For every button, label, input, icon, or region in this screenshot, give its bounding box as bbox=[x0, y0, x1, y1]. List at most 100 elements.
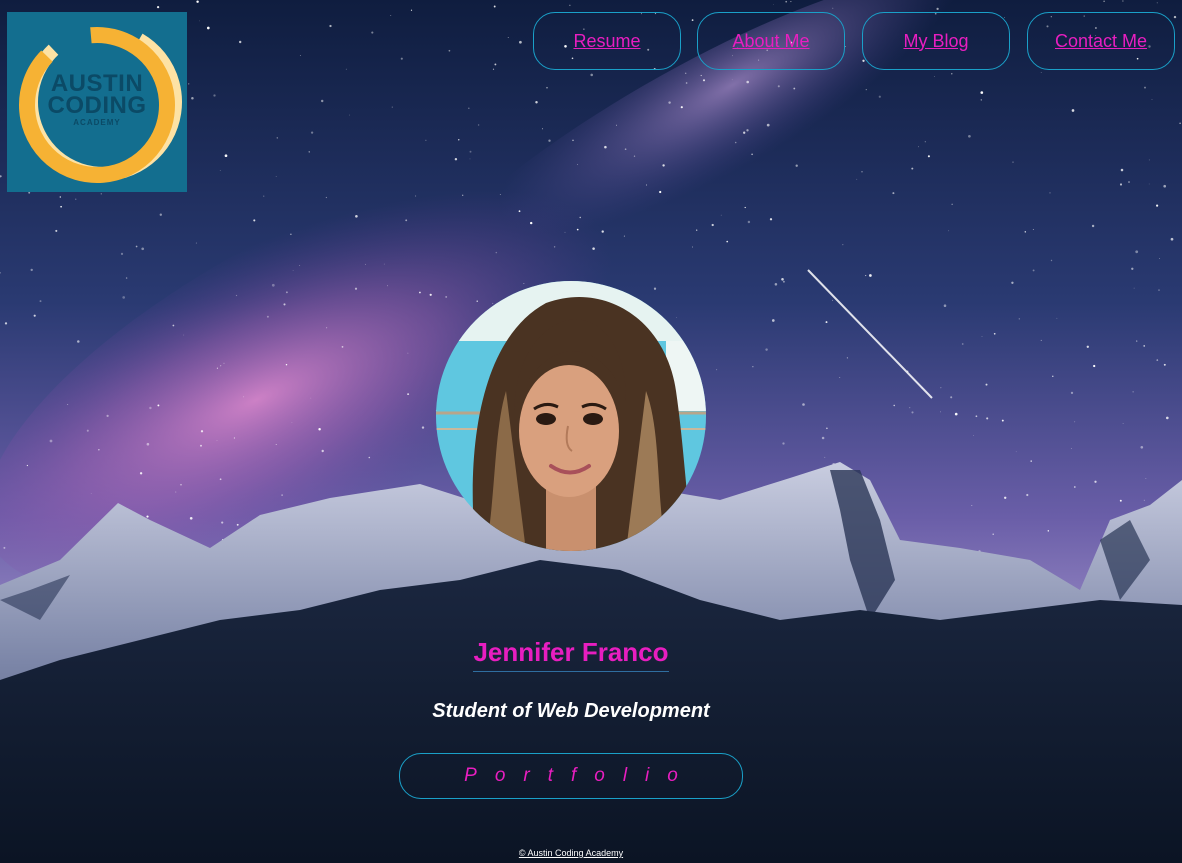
star-decoration bbox=[507, 37, 509, 39]
star-decoration bbox=[494, 63, 497, 66]
star-decoration bbox=[429, 293, 432, 296]
star-decoration bbox=[576, 228, 579, 231]
star-decoration bbox=[961, 343, 964, 345]
star-decoration bbox=[1050, 259, 1053, 262]
star-decoration bbox=[199, 20, 200, 22]
star-decoration bbox=[156, 5, 160, 9]
austin-coding-academy-logo[interactable]: AUSTIN CODING ACADEMY bbox=[7, 12, 187, 192]
star-decoration bbox=[1156, 204, 1159, 207]
star-decoration bbox=[469, 158, 471, 160]
nav-my-blog-link[interactable]: My Blog bbox=[862, 12, 1010, 70]
star-decoration bbox=[793, 87, 796, 90]
star-decoration bbox=[195, 242, 197, 244]
star-decoration bbox=[1173, 15, 1177, 19]
star-decoration bbox=[1047, 530, 1050, 532]
star-decoration bbox=[845, 46, 847, 47]
star-decoration bbox=[122, 296, 126, 299]
star-decoration bbox=[553, 246, 556, 248]
star-decoration bbox=[842, 244, 844, 246]
star-decoration bbox=[30, 268, 33, 272]
star-decoration bbox=[1024, 231, 1027, 233]
star-decoration bbox=[1093, 364, 1096, 368]
star-decoration bbox=[548, 139, 551, 142]
star-decoration bbox=[744, 206, 746, 209]
star-decoration bbox=[233, 437, 235, 439]
star-decoration bbox=[795, 164, 798, 167]
star-decoration bbox=[28, 191, 31, 194]
star-decoration bbox=[275, 444, 277, 445]
star-decoration bbox=[236, 523, 239, 526]
star-decoration bbox=[773, 3, 774, 5]
star-decoration bbox=[734, 141, 737, 144]
star-decoration bbox=[371, 31, 374, 34]
star-decoration bbox=[861, 171, 863, 173]
star-decoration bbox=[668, 101, 671, 104]
star-decoration bbox=[1003, 17, 1005, 18]
star-decoration bbox=[146, 442, 150, 446]
star-decoration bbox=[659, 190, 662, 194]
star-decoration bbox=[878, 95, 881, 98]
star-decoration bbox=[263, 195, 265, 197]
star-decoration bbox=[936, 7, 939, 11]
star-decoration bbox=[157, 404, 160, 407]
star-decoration bbox=[462, 194, 464, 196]
star-decoration bbox=[476, 300, 478, 302]
star-decoration bbox=[1143, 499, 1145, 501]
star-decoration bbox=[726, 240, 729, 243]
star-decoration bbox=[283, 303, 286, 306]
star-decoration bbox=[368, 456, 371, 459]
star-decoration bbox=[325, 196, 328, 199]
portfolio-button[interactable]: Portfolio bbox=[399, 753, 743, 799]
star-decoration bbox=[711, 223, 714, 227]
footer-copyright-link[interactable]: © Austin Coding Academy bbox=[0, 848, 1142, 858]
star-decoration bbox=[206, 26, 210, 30]
star-decoration bbox=[716, 369, 718, 371]
star-decoration bbox=[292, 270, 294, 271]
logo-text-coding: CODING bbox=[47, 92, 147, 119]
star-decoration bbox=[590, 73, 593, 77]
star-decoration bbox=[1151, 99, 1153, 100]
star-decoration bbox=[139, 472, 143, 475]
star-decoration bbox=[285, 291, 288, 294]
star-decoration bbox=[951, 73, 953, 75]
star-decoration bbox=[519, 40, 522, 44]
star-decoration bbox=[271, 283, 275, 287]
star-decoration bbox=[564, 231, 566, 233]
star-decoration bbox=[975, 415, 978, 418]
nav-resume-link[interactable]: Resume bbox=[533, 12, 681, 70]
logo-text-academy: ACADEMY bbox=[73, 118, 121, 127]
star-decoration bbox=[862, 59, 865, 62]
star-decoration bbox=[1128, 181, 1130, 183]
star-decoration bbox=[146, 515, 149, 518]
star-decoration bbox=[680, 106, 683, 109]
star-decoration bbox=[992, 533, 994, 535]
star-decoration bbox=[1145, 478, 1147, 479]
star-decoration bbox=[1119, 499, 1122, 502]
star-decoration bbox=[993, 332, 996, 335]
star-decoration bbox=[856, 178, 858, 180]
star-decoration bbox=[1170, 237, 1174, 241]
star-decoration bbox=[924, 141, 926, 143]
star-decoration bbox=[1122, 0, 1124, 2]
star-decoration bbox=[579, 216, 581, 219]
star-decoration bbox=[1140, 445, 1144, 449]
star-decoration bbox=[746, 129, 749, 132]
star-decoration bbox=[927, 155, 930, 158]
star-decoration bbox=[387, 285, 388, 287]
star-decoration bbox=[200, 430, 204, 433]
star-decoration bbox=[1018, 318, 1020, 320]
star-decoration bbox=[766, 123, 770, 127]
star-decoration bbox=[1119, 183, 1123, 186]
star-decoration bbox=[1094, 480, 1097, 483]
nav-contact-me-link[interactable]: Contact Me bbox=[1027, 12, 1175, 70]
star-decoration bbox=[98, 449, 100, 451]
nav-about-me-link[interactable]: About Me bbox=[697, 12, 845, 70]
star-decoration bbox=[493, 5, 496, 8]
star-decoration bbox=[865, 89, 867, 91]
star-decoration bbox=[90, 493, 92, 494]
star-decoration bbox=[219, 169, 221, 171]
star-decoration bbox=[477, 124, 480, 126]
star-decoration bbox=[646, 184, 648, 186]
star-decoration bbox=[405, 219, 408, 222]
star-decoration bbox=[569, 4, 571, 6]
